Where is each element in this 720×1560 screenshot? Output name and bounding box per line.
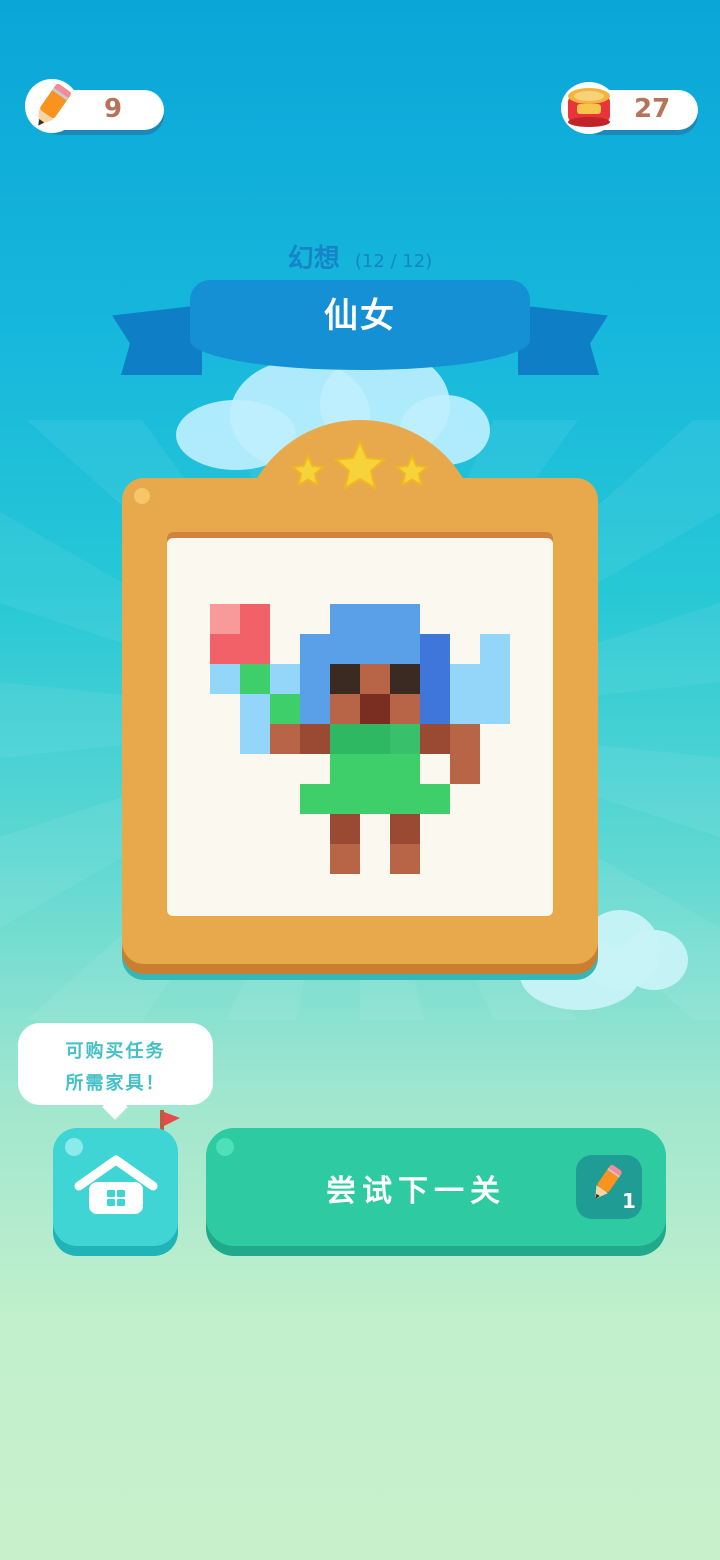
pixel-cell bbox=[420, 694, 450, 724]
home-button[interactable] bbox=[53, 1128, 178, 1246]
pixel-cell bbox=[240, 724, 270, 754]
pixel-cell bbox=[300, 784, 330, 814]
pixel-cell bbox=[330, 814, 360, 844]
tip-line-2: 所需家具！ bbox=[65, 1073, 166, 1094]
pixel-cell bbox=[330, 724, 360, 754]
pixel-cell bbox=[360, 784, 390, 814]
level-progress: (12 / 12) bbox=[354, 251, 433, 272]
pixel-cell bbox=[450, 694, 480, 724]
next-level-label: 尝试下一关 bbox=[326, 1174, 506, 1209]
pixel-cell bbox=[390, 844, 420, 874]
pixel-cell bbox=[390, 604, 420, 634]
tip-line-1: 可购买任务 bbox=[65, 1041, 166, 1062]
pixel-cell bbox=[300, 634, 330, 664]
pixel-cell bbox=[360, 694, 390, 724]
pixel-cell bbox=[330, 844, 360, 874]
house-icon bbox=[74, 1155, 158, 1214]
star-icon bbox=[290, 439, 430, 491]
pixel-cell bbox=[270, 664, 300, 694]
pixel-cell bbox=[360, 754, 390, 784]
pencil-count: 9 bbox=[104, 94, 123, 124]
pixel-cell bbox=[330, 784, 360, 814]
food-can-icon bbox=[560, 80, 618, 136]
pixel-cell bbox=[450, 754, 480, 784]
pixel-cell bbox=[210, 634, 240, 664]
pixel-cell bbox=[450, 664, 480, 694]
pixel-cell bbox=[330, 664, 360, 694]
pixel-cell bbox=[270, 724, 300, 754]
star-rating bbox=[288, 439, 432, 500]
pixel-cell bbox=[360, 724, 390, 754]
pixel-cell bbox=[210, 664, 240, 694]
pixel-cell bbox=[270, 694, 300, 724]
pixel-cell bbox=[420, 724, 450, 754]
pixel-cell bbox=[420, 634, 450, 664]
pixel-cell bbox=[240, 604, 270, 634]
pixel-cell bbox=[390, 754, 420, 784]
pixel-cell bbox=[390, 634, 420, 664]
level-title: 仙女 bbox=[324, 296, 396, 336]
pixel-cell bbox=[300, 694, 330, 724]
try-next-level-button[interactable]: 尝试下一关 1 bbox=[206, 1128, 666, 1246]
pixel-cell bbox=[330, 604, 360, 634]
pixel-cell bbox=[240, 664, 270, 694]
pixel-cell bbox=[360, 634, 390, 664]
pixel-cell bbox=[240, 694, 270, 724]
level-category-row: 幻想 (12 / 12) bbox=[0, 238, 720, 275]
can-count: 27 bbox=[634, 94, 671, 124]
pixel-cell bbox=[450, 724, 480, 754]
pixel-cell bbox=[480, 694, 510, 724]
pixel-cell bbox=[330, 634, 360, 664]
next-level-cost: 1 bbox=[622, 1189, 636, 1213]
pencil-icon bbox=[24, 78, 80, 134]
pixel-cell bbox=[390, 814, 420, 844]
pixel-cell bbox=[390, 784, 420, 814]
pixel-cell bbox=[390, 664, 420, 694]
pixel-cell bbox=[360, 604, 390, 634]
pixel-cell bbox=[390, 724, 420, 754]
tip-bubble: 可购买任务 所需家具！ bbox=[18, 1023, 213, 1105]
pixel-cell bbox=[360, 664, 390, 694]
pixel-cell bbox=[330, 754, 360, 784]
cost-chip: 1 bbox=[576, 1155, 642, 1219]
pixel-cell bbox=[330, 694, 360, 724]
pixel-cell bbox=[210, 604, 240, 634]
pixel-cell bbox=[420, 784, 450, 814]
pixel-cell bbox=[390, 694, 420, 724]
pixel-cell bbox=[480, 664, 510, 694]
pixel-cell bbox=[480, 634, 510, 664]
pixel-cell bbox=[300, 724, 330, 754]
pixel-cell bbox=[420, 664, 450, 694]
pixel-cell bbox=[300, 664, 330, 694]
pixel-cell bbox=[240, 634, 270, 664]
level-category: 幻想 bbox=[287, 244, 340, 274]
